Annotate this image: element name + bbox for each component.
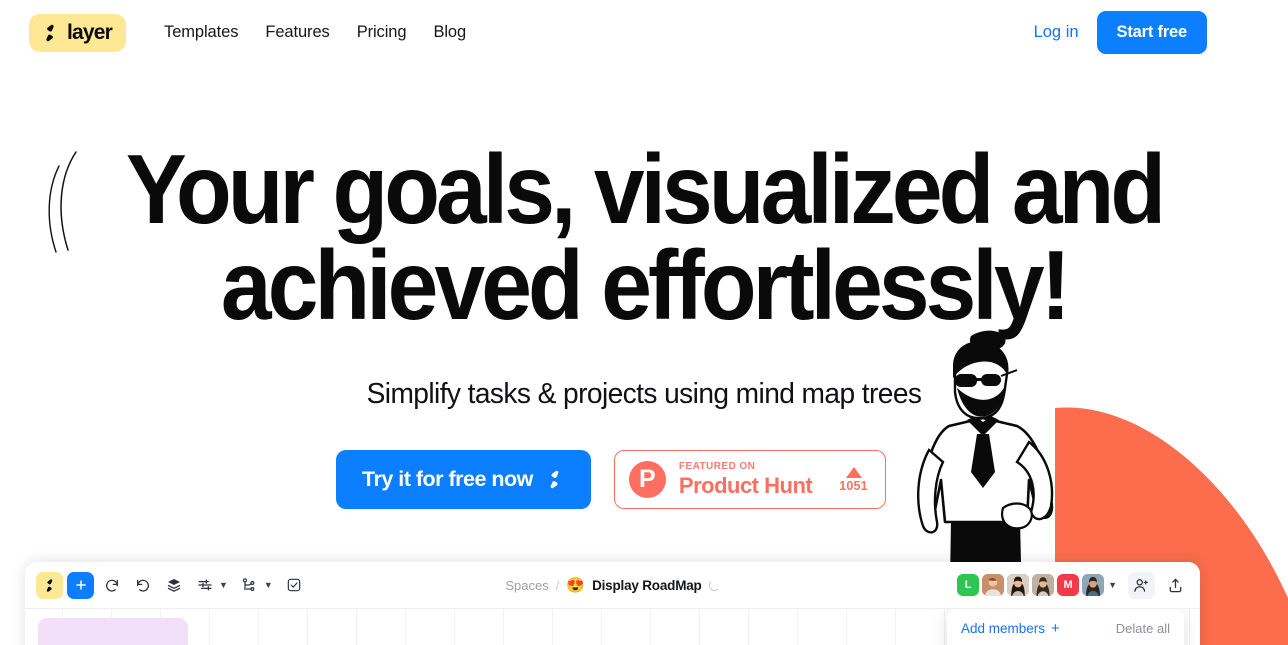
page-title: Your goals, visualized and achieved effo… [45,140,1243,334]
avatar[interactable] [1007,574,1030,596]
members-popover-header: Add members + Delate all [961,621,1170,636]
nav-link-blog[interactable]: Blog [433,23,466,42]
brand-name: layer [67,21,113,44]
avatar-photo-icon [1032,574,1055,596]
layers-stack-icon [167,579,180,592]
toolbar-undo-button[interactable] [98,572,125,599]
layer-logo-mark-icon [46,24,54,41]
login-link[interactable]: Log in [1034,23,1079,42]
delete-all-button[interactable]: Delate all [1116,621,1170,636]
undo-icon [105,579,118,592]
upvote-arrow-icon [845,466,862,478]
product-hunt-featured-label: FEATURED ON [678,461,756,473]
toolbar-layers-button[interactable] [160,572,187,599]
hero-cta-row: Try it for free now P FEATURED ON Produc… [336,450,886,509]
add-people-icon [1134,578,1148,592]
sliders-icon [197,579,212,591]
toolbar-right-group: L M ▼ [957,571,1200,599]
hero-title-line-1: Your goals, visualized and [125,134,1166,244]
upvote-count: 1051 [839,478,868,493]
top-navbar: layer Templates Features Pricing Blog Lo… [0,0,1288,65]
nav-link-pricing[interactable]: Pricing [357,23,407,42]
avatar-initial: L [964,579,972,591]
checkbox-icon [288,578,301,592]
landing-page: layer Templates Features Pricing Blog Lo… [0,0,1288,645]
toolbar-redo-button[interactable] [129,572,156,599]
avatar[interactable] [1082,574,1105,596]
avatar[interactable]: L [957,574,980,596]
toolbar-filters-button[interactable] [191,572,218,599]
try-free-label: Try it for free now [362,467,533,491]
nav-link-features[interactable]: Features [265,23,329,42]
layer-logo-mark-icon [550,470,559,489]
breadcrumb-emoji: 😍 [566,577,586,594]
product-hunt-badge[interactable]: P FEATURED ON Product Hunt 1051 [613,450,886,509]
breadcrumb-separator: / [555,578,560,593]
hero-subtitle: Simplify tasks & projects using mind map… [366,378,922,410]
canvas-card[interactable] [38,618,188,645]
toolbar-filters-group[interactable]: ▼ [191,572,232,599]
avatar-initial: M [1063,579,1073,591]
members-popover: Add members + Delate all [947,609,1184,645]
avatar-photo-icon [982,574,1005,596]
nav-actions: Log in Start free [1034,11,1207,54]
app-toolbar: ▼ ▼ Spaces / 😍 Display RoadMap L M ▼ [25,562,1200,609]
toolbar-add-button[interactable] [67,571,94,599]
branch-tree-icon [243,578,255,591]
toolbar-left-group: ▼ ▼ [25,571,308,599]
avatar[interactable]: M [1057,574,1080,596]
toolbar-tree-button[interactable] [236,572,263,599]
start-free-button[interactable]: Start free [1096,11,1207,54]
avatar[interactable] [1032,574,1055,596]
breadcrumb-title[interactable]: Display RoadMap [592,578,702,593]
add-members-button[interactable]: Add members + [961,621,1060,636]
product-hunt-upvote[interactable]: 1051 [839,466,868,493]
toolbar-layer-logo-button[interactable] [36,571,63,599]
avatar[interactable] [982,574,1005,596]
breadcrumb-spaces[interactable]: Spaces [505,578,548,593]
product-hunt-logo-icon: P [628,461,666,498]
nav-link-templates[interactable]: Templates [164,23,238,42]
try-free-button[interactable]: Try it for free now [336,450,591,509]
product-hunt-texts: FEATURED ON Product Hunt [678,461,813,498]
nav-links: Templates Features Pricing Blog [164,23,466,42]
members-chevron-down-icon[interactable]: ▼ [1108,580,1117,590]
share-upload-icon [1169,578,1182,592]
avatar-photo-icon [1082,574,1105,596]
hero-section: Your goals, visualized and achieved effo… [0,0,1288,645]
add-members-label: Add members [961,621,1046,636]
chevron-down-icon: ▼ [219,580,228,590]
add-people-button[interactable] [1128,571,1155,599]
hero-title-line-2: achieved effortlessly! [220,230,1071,341]
app-canvas[interactable]: Add members + Delate all [25,609,1200,645]
brand-logo[interactable]: layer [29,13,127,52]
chevron-down-icon: ▼ [263,580,273,590]
app-preview-window: ▼ ▼ Spaces / 😍 Display RoadMap L M ▼ Add… [25,562,1200,645]
redo-icon [136,579,149,592]
product-hunt-name: Product Hunt [678,472,813,498]
toolbar-tasks-button[interactable] [281,572,308,599]
plus-icon: + [1051,620,1060,637]
avatar-photo-icon [1007,574,1030,596]
layer-logo-mark-icon [46,578,53,592]
share-button[interactable] [1162,572,1189,599]
plus-icon [75,580,86,590]
toolbar-tree-group[interactable]: ▼ [236,572,277,599]
loading-spinner-icon [708,580,720,591]
